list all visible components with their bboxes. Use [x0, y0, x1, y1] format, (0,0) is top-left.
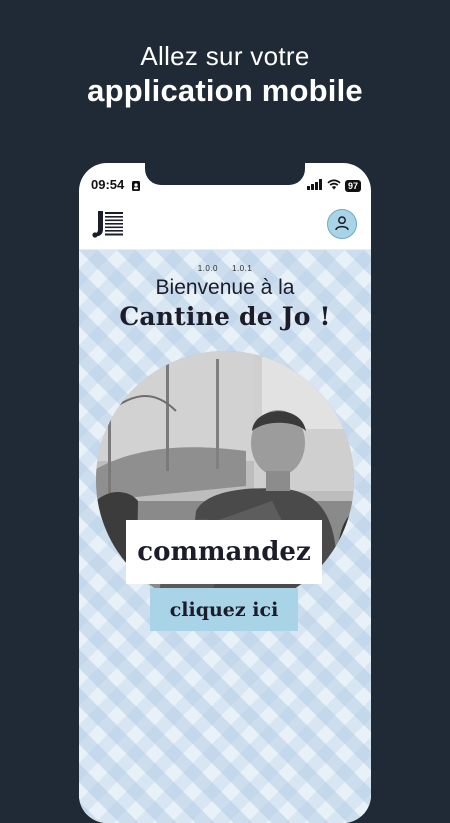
welcome-text: Bienvenue à la	[155, 276, 295, 299]
person-badge-icon	[132, 178, 140, 196]
version-label: 1.0.1	[232, 264, 253, 273]
status-indicators: 97	[306, 177, 361, 195]
promo-banner: Allez sur votre application mobile	[0, 40, 450, 110]
phone-frame: 09:54 97 1.0.0 1.0.1 Bienvenue à la Cant…	[79, 163, 371, 823]
promo-heading: Allez sur votre	[140, 41, 310, 71]
phone-notch	[145, 163, 305, 185]
user-icon	[334, 215, 350, 234]
cellular-signal-icon	[306, 177, 323, 195]
order-card[interactable]: commandez	[126, 520, 322, 584]
wifi-icon	[327, 177, 341, 195]
promo-subheading: application mobile	[87, 73, 363, 108]
profile-button[interactable]	[327, 209, 357, 239]
cantine-logo-icon[interactable]	[91, 209, 125, 244]
home-content: 1.0.0 1.0.1 Bienvenue à la Cantine de Jo …	[79, 250, 371, 823]
brand-title: Cantine de Jo !	[119, 302, 331, 331]
order-label: commandez	[137, 537, 311, 567]
version-info: 1.0.0 1.0.1	[79, 264, 371, 273]
click-here-button[interactable]: cliquez ici	[150, 588, 298, 631]
app-header	[79, 199, 371, 250]
status-time: 09:54	[91, 177, 125, 192]
version-label: 1.0.0	[197, 264, 218, 273]
battery-indicator: 97	[344, 180, 361, 192]
